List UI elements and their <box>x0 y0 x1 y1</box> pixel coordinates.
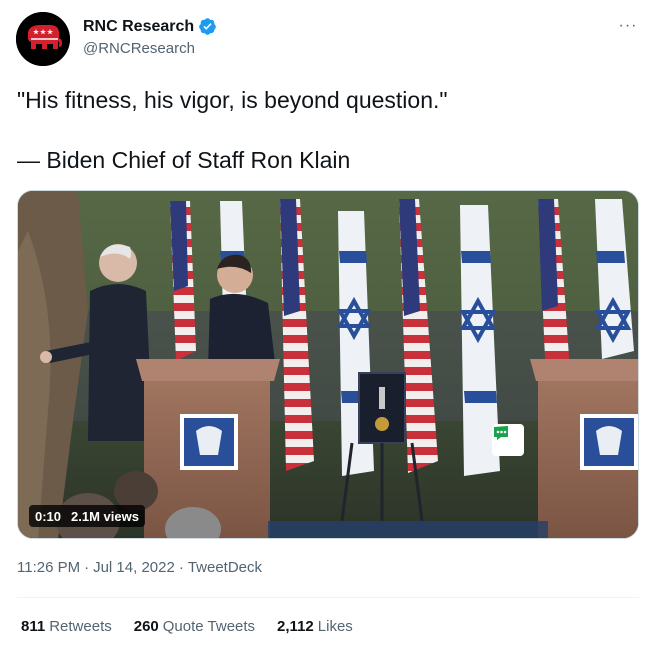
meta-separator: · <box>84 559 90 576</box>
tweet-date[interactable]: Jul 14, 2022 <box>93 559 175 576</box>
tweet-source[interactable]: TweetDeck <box>188 559 262 576</box>
video-views: 2.1M views <box>71 508 139 524</box>
tweet-header: RNC Research @RNCResearch ··· <box>16 12 640 66</box>
verified-badge-icon <box>198 17 217 36</box>
retweets-label: Retweets <box>49 618 112 635</box>
video-duration: 0:10 <box>35 508 62 524</box>
retweets-count: 811 <box>21 618 46 635</box>
tweet-time[interactable]: 11:26 PM <box>17 559 80 576</box>
video-player[interactable]: 0:10 2.1M views <box>17 190 639 539</box>
quote-tweets-label: Quote Tweets <box>162 618 256 635</box>
video-duration-badge: 0:10 2.1M views <box>29 505 145 527</box>
tweet-text-line-1: "His fitness, his vigor, is beyond quest… <box>17 87 448 113</box>
quote-tweets-stat[interactable]: 260 Quote Tweets <box>134 618 255 635</box>
tweet-text-line-2: — Biden Chief of Staff Ron Klain <box>17 147 351 173</box>
video-frame <box>18 191 638 538</box>
handle[interactable]: @RNCResearch <box>83 40 195 57</box>
likes-stat[interactable]: 2,112 Likes <box>277 618 353 635</box>
likes-label: Likes <box>317 618 353 635</box>
display-name[interactable]: RNC Research <box>83 18 194 36</box>
meta-separator: · <box>178 559 184 576</box>
retweets-stat[interactable]: 811 Retweets <box>21 618 112 635</box>
video-badge-icon <box>492 424 524 456</box>
tweet-metadata: 11:26 PM · Jul 14, 2022 · TweetDeck <box>17 559 262 576</box>
republican-elephant-icon <box>16 12 70 66</box>
engagement-stats: 811 Retweets 260 Quote Tweets 2,112 Like… <box>21 618 353 635</box>
avatar[interactable] <box>16 12 70 66</box>
divider <box>17 597 639 598</box>
name-row: RNC Research <box>83 17 217 36</box>
quote-tweets-count: 260 <box>133 618 159 635</box>
more-dots-icon[interactable]: ··· <box>616 14 640 38</box>
likes-count: 2,112 <box>277 618 314 635</box>
